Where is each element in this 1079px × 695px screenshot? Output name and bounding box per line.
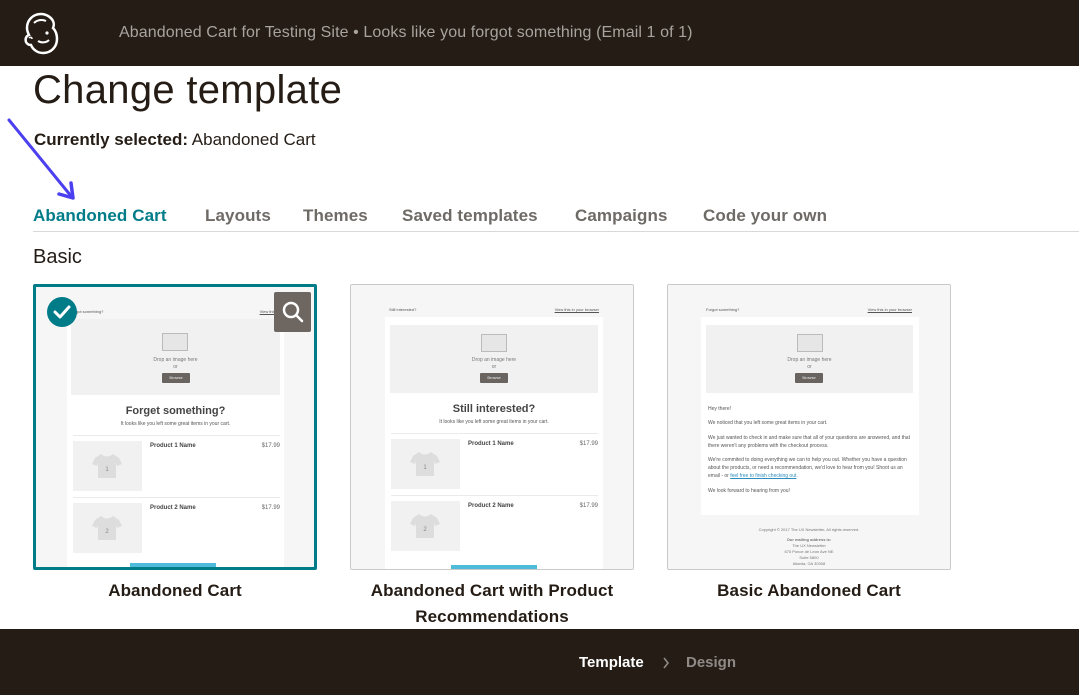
email-headline: Still interested? xyxy=(452,403,536,415)
tab-code-your-own[interactable]: Code your own xyxy=(703,206,827,226)
product-name: Product 1 Name xyxy=(150,443,196,449)
or-text: or xyxy=(491,364,497,370)
or-text: or xyxy=(173,364,178,370)
top-bar: Abandoned Cart for Testing Site • Looks … xyxy=(0,0,1079,66)
product-name: Product 2 Name xyxy=(468,503,514,509)
email-body: Drop an image here or Browse Hey there! … xyxy=(701,317,919,515)
template-card-abandoned-cart-recommendations[interactable]: Still interested? View this in your brow… xyxy=(350,284,634,570)
product-row: 1 Product 1 Name $17.99 xyxy=(391,433,598,495)
image-placeholder: Drop an image here or Browse xyxy=(706,325,913,393)
product-row: 2 Product 2 Name $17.99 xyxy=(391,495,598,557)
product-price: $17.99 xyxy=(261,505,280,511)
tshirt-icon: 1 xyxy=(92,454,122,478)
product-row: 1 Product 1 Name $17.99 xyxy=(73,435,280,497)
step-design[interactable]: Design xyxy=(686,654,736,671)
finish-checkout-link: feel free to finish checking out xyxy=(730,473,797,479)
preheader-text: Still interested? xyxy=(389,307,417,312)
currently-selected-value: Abandoned Cart xyxy=(191,130,316,149)
tshirt-icon: 1 xyxy=(410,452,440,476)
template-tabs: Abandoned Cart Layouts Themes Saved temp… xyxy=(33,206,1079,232)
section-title: Basic xyxy=(33,246,82,268)
drop-text: Drop an image here xyxy=(153,357,198,363)
drop-text: Drop an image here xyxy=(787,357,832,363)
email-headline: Forget something? xyxy=(125,405,226,417)
address-line: Atlanta, GA 30308 xyxy=(792,561,826,566)
product-price: $17.99 xyxy=(261,443,280,449)
template-name[interactable]: Abandoned Cart with Product Recommendati… xyxy=(350,578,634,630)
cta-button xyxy=(451,565,537,569)
template-preview: Still interested? View this in your brow… xyxy=(351,285,633,569)
copyright-text: Copyright © 2017 The UX Newsletter, All … xyxy=(758,527,860,532)
tab-abandoned-cart[interactable]: Abandoned Cart xyxy=(33,206,167,226)
search-icon xyxy=(282,301,304,323)
product-image: 1 xyxy=(391,439,460,489)
preview-button[interactable] xyxy=(274,292,311,332)
image-placeholder: Drop an image here or Browse xyxy=(390,325,598,393)
email-body: Drop an image here or Browse Forget some… xyxy=(67,319,284,567)
campaign-title: Abandoned Cart for Testing Site • Looks … xyxy=(119,24,693,41)
email-subtext: It looks like you left some great items … xyxy=(439,419,549,425)
image-placeholder: Drop an image here or Browse xyxy=(71,319,280,395)
mailchimp-freddie-icon[interactable] xyxy=(20,11,62,55)
product-row: 2 Product 2 Name $17.99 xyxy=(73,497,280,559)
drop-text: Drop an image here xyxy=(471,357,517,363)
product-image: 2 xyxy=(73,503,142,553)
email-subtext: It looks like you left some great items … xyxy=(120,421,231,427)
view-in-browser-link: View this in your browser xyxy=(554,307,599,312)
image-icon xyxy=(797,334,823,352)
product-name: Product 1 Name xyxy=(468,441,514,447)
template-name[interactable]: Abandoned Cart xyxy=(33,578,317,604)
browse-button: Browse xyxy=(795,373,823,383)
tab-themes[interactable]: Themes xyxy=(303,206,368,226)
email-body: Drop an image here or Browse Still inter… xyxy=(385,317,603,569)
template-preview: Forgot something? View this in your brow… xyxy=(36,287,314,567)
or-text: or xyxy=(807,364,812,370)
page-title: Change template xyxy=(33,68,343,112)
step-template[interactable]: Template xyxy=(579,654,644,671)
tshirt-icon: 2 xyxy=(410,514,440,538)
template-card-abandoned-cart[interactable]: Forgot something? View this in your brow… xyxy=(33,284,317,570)
email-paragraph: We look forward to hearing from you! xyxy=(708,488,790,494)
tab-saved-templates[interactable]: Saved templates xyxy=(402,206,538,226)
email-paragraph: Hey there! xyxy=(708,406,732,412)
tshirt-icon: 2 xyxy=(92,516,122,540)
product-price: $17.99 xyxy=(579,441,598,447)
template-preview: Forgot something? View this in your brow… xyxy=(668,285,950,569)
image-icon xyxy=(481,334,507,352)
template-name[interactable]: Basic Abandoned Cart xyxy=(667,578,951,604)
preheader-text: Forgot something? xyxy=(706,307,740,312)
browse-button: Browse xyxy=(480,373,508,383)
product-image: 2 xyxy=(391,501,460,551)
tab-layouts[interactable]: Layouts xyxy=(205,206,271,226)
image-icon xyxy=(162,333,188,351)
email-paragraph: We noticed that you left some great item… xyxy=(708,420,828,426)
email-paragraph: We're commited to doing everything we ca… xyxy=(708,457,907,479)
template-card-basic-abandoned-cart[interactable]: Forgot something? View this in your brow… xyxy=(667,284,951,570)
bottom-bar: Template Design xyxy=(0,629,1079,695)
email-paragraph: We just wanted to check in and make sure… xyxy=(708,435,910,449)
product-image: 1 xyxy=(73,441,142,491)
product-name: Product 2 Name xyxy=(150,505,196,511)
tab-campaigns[interactable]: Campaigns xyxy=(575,206,668,226)
product-price: $17.99 xyxy=(579,503,598,509)
view-in-browser-link: View this in your browser xyxy=(867,307,912,312)
arrow-pointer-icon xyxy=(7,118,75,200)
chevron-right-icon xyxy=(663,657,670,669)
cta-button xyxy=(130,563,216,567)
checkmark-icon xyxy=(47,297,77,327)
browse-button: Browse xyxy=(162,373,190,383)
